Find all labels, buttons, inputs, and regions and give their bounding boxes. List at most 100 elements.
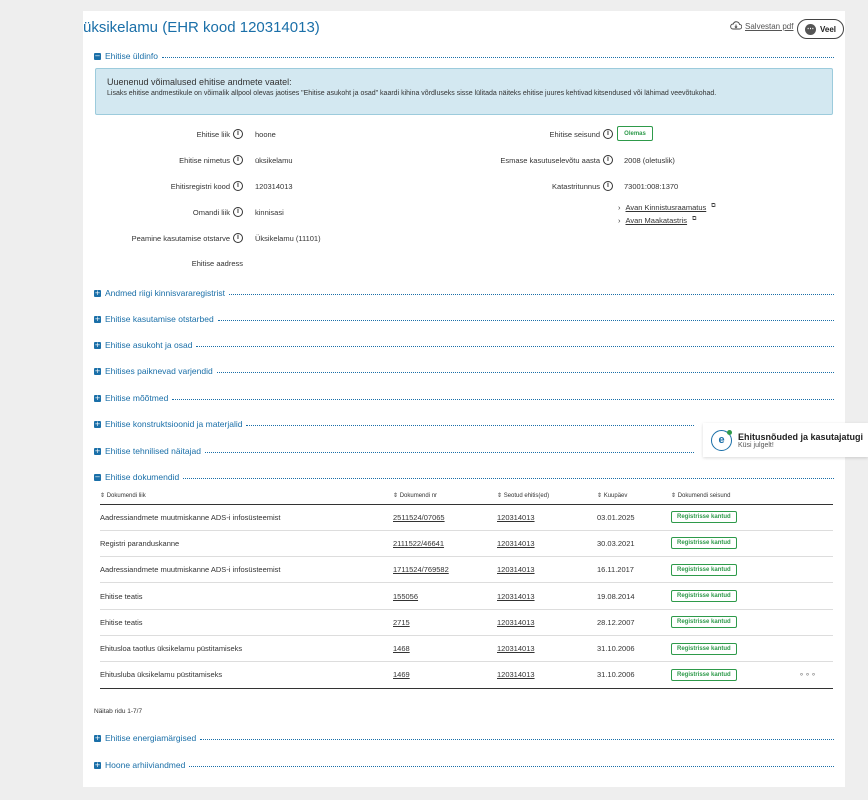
support-widget-subtitle: Küsi julgelt!	[738, 441, 774, 449]
doc-type: Ehitusloa taotlus üksikelamu püstitamise…	[100, 635, 393, 663]
expand-icon: +	[94, 446, 101, 455]
field-type-value: hoone	[255, 130, 276, 139]
section-shelters[interactable]: + Ehitises paiknevad varjendid	[94, 365, 834, 377]
info-icon[interactable]: i	[233, 233, 243, 243]
building-link[interactable]: 120314013	[497, 539, 535, 548]
section-documents[interactable]: − Ehitise dokumendid	[94, 471, 834, 483]
info-icon[interactable]: i	[233, 129, 243, 139]
info-icon[interactable]: i	[603, 155, 613, 165]
info-notice: Uuenenud võimalused ehitise andmete vaat…	[95, 68, 833, 115]
section-title: Ehitise üldinfo	[105, 51, 158, 61]
building-link[interactable]: 120314013	[497, 644, 535, 653]
doc-date: 03.01.2025	[597, 504, 671, 531]
field-first-use-label: Esmase kasutuselevõtu aasta i	[450, 154, 613, 166]
table-row: Ehitise teatis 2715 120314013 28.12.2007…	[100, 609, 833, 636]
field-cadastral-value: 73001:008:1370	[624, 182, 679, 191]
collapse-icon: −	[94, 51, 101, 60]
section-purposes[interactable]: + Ehitise kasutamise otstarbed	[94, 313, 834, 325]
save-pdf-link[interactable]: Salvestan pdf	[730, 21, 793, 32]
info-icon[interactable]: i	[603, 129, 613, 139]
table-row: Ehitise teatis 155056 120314013 19.08.20…	[100, 582, 833, 610]
support-chat-icon: e	[711, 429, 732, 451]
doc-date: 19.08.2014	[597, 582, 671, 610]
info-icon[interactable]: i	[233, 181, 243, 191]
doc-nr-link[interactable]: 2511524/07065	[393, 513, 445, 522]
expand-icon: +	[94, 314, 101, 323]
section-registry[interactable]: + Andmed riigi kinnisvararegistrist	[94, 287, 834, 299]
support-widget-title: Ehitusnõuded ja kasutajatugi	[738, 431, 864, 442]
doc-type: Aadressiandmete muutmiskanne ADS-i infos…	[100, 504, 393, 531]
expand-icon: +	[94, 393, 101, 402]
status-badge: Registrisse kantud	[671, 590, 737, 603]
section-dimensions[interactable]: + Ehitise mõõtmed	[94, 392, 834, 404]
doc-nr-link[interactable]: 1468	[393, 644, 410, 653]
info-icon[interactable]: i	[233, 207, 243, 217]
section-location[interactable]: + Ehitise asukoht ja osad	[94, 339, 834, 351]
section-divider	[216, 371, 834, 373]
column-header-date[interactable]: ⇕ Kuupäev	[597, 488, 671, 505]
building-link[interactable]: 120314013	[497, 565, 535, 574]
row-menu-icon[interactable]: ∘∘∘	[799, 670, 817, 679]
section-constructions[interactable]: + Ehitise konstruktsioonid ja materjalid	[94, 418, 694, 430]
section-technical[interactable]: + Ehitise tehnilised näitajad	[94, 445, 694, 457]
expand-icon: +	[94, 419, 101, 428]
section-title: Ehitise mõõtmed	[105, 393, 169, 403]
field-first-use-value: 2008 (oletuslik)	[624, 156, 675, 165]
info-icon[interactable]: i	[603, 181, 613, 191]
table-row: Ehitusloa taotlus üksikelamu püstitamise…	[100, 635, 833, 663]
building-link[interactable]: 120314013	[497, 670, 535, 679]
cloud-download-icon	[730, 21, 743, 32]
status-badge: Registrisse kantud	[671, 537, 737, 550]
column-header-doc-type[interactable]: ⇕ Dokumendi liik	[100, 488, 393, 505]
doc-date: 31.10.2006	[597, 635, 671, 663]
info-notice-heading: Uuenenud võimalused ehitise andmete vaat…	[107, 77, 292, 87]
table-row: Registri paranduskanne 2111522/46641 120…	[100, 530, 833, 558]
section-general-info[interactable]: − Ehitise üldinfo	[94, 50, 834, 62]
support-widget-text: Ehitusnõuded ja kasutajatugi Küsi julgel…	[738, 432, 863, 449]
field-ownership-label: Omandi liik i	[100, 206, 243, 218]
section-divider	[200, 738, 834, 740]
section-divider	[196, 345, 834, 347]
section-divider	[246, 424, 694, 426]
building-link[interactable]: 120314013	[497, 592, 535, 601]
section-title: Ehitises paiknevad varjendid	[105, 366, 213, 376]
status-badge: Registrisse kantud	[671, 511, 737, 524]
field-code-value: 120314013	[255, 182, 293, 191]
external-link-icon: ⧉	[692, 216, 697, 222]
more-button[interactable]: ⋯ Veel	[797, 19, 844, 39]
save-pdf-label: Salvestan pdf	[745, 22, 794, 31]
cadastre-link[interactable]: › Avan Maakatastris ⧉	[618, 216, 696, 225]
field-ownership-value: kinnisasi	[255, 208, 284, 217]
support-widget[interactable]: e Ehitusnõuded ja kasutajatugi Küsi julg…	[703, 423, 868, 457]
land-registry-link[interactable]: › Avan Kinnistusraamatus ⧉	[618, 203, 716, 212]
section-divider	[217, 319, 834, 321]
online-indicator-icon	[727, 429, 732, 435]
doc-date: 30.03.2021	[597, 530, 671, 558]
section-energy[interactable]: + Ehitise energiamärgised	[94, 732, 834, 744]
column-header-buildings[interactable]: ⇕ Seotud ehitis(ed)	[497, 488, 597, 505]
column-header-doc-status[interactable]: ⇕ Dokumendi seisund	[671, 488, 833, 505]
field-address-label: Ehitise aadress	[191, 258, 243, 268]
section-divider	[161, 56, 834, 58]
section-title: Ehitise kasutamise otstarbed	[105, 314, 214, 324]
table-row: Ehitusluba üksikelamu püstitamiseks 1469…	[100, 661, 833, 689]
field-name-value: üksikelamu	[255, 156, 293, 165]
section-title: Ehitise energiamärgised	[105, 733, 197, 743]
doc-nr-link[interactable]: 2111522/46641	[393, 539, 444, 548]
field-cadastral-label: Katastritunnus i	[450, 180, 613, 192]
building-link[interactable]: 120314013	[497, 513, 535, 522]
building-link[interactable]: 120314013	[497, 618, 535, 627]
column-header-doc-nr[interactable]: ⇕ Dokumendi nr	[393, 488, 497, 505]
external-link-icon: ⧉	[711, 203, 716, 209]
doc-nr-link[interactable]: 1469	[393, 670, 410, 679]
status-badge: Registrisse kantud	[671, 642, 737, 655]
info-icon[interactable]: i	[233, 155, 243, 165]
doc-nr-link[interactable]: 155056	[393, 592, 418, 601]
doc-nr-link[interactable]: 2715	[393, 618, 410, 627]
section-title: Ehitise asukoht ja osad	[105, 340, 193, 350]
doc-nr-link[interactable]: 1711524/769582	[393, 565, 449, 574]
expand-icon: +	[94, 733, 101, 742]
section-title: Ehitise tehnilised näitajad	[105, 446, 201, 456]
field-type-label: Ehitise liik i	[100, 128, 243, 140]
section-archive[interactable]: + Hoone arhiiviandmed	[94, 759, 834, 771]
